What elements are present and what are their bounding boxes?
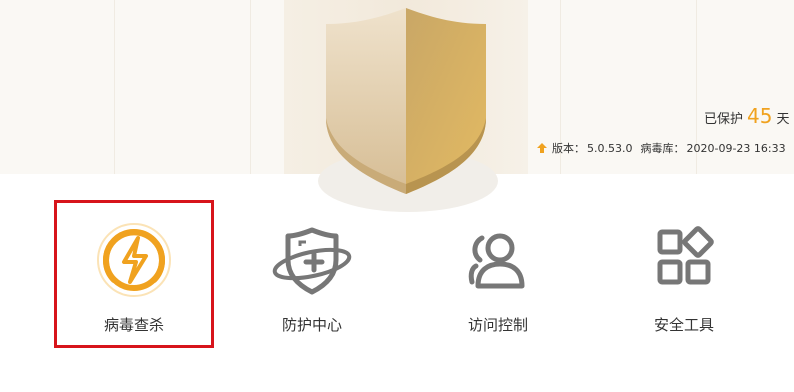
tile-security-tools[interactable]: 安全工具	[604, 200, 764, 348]
version-label: 版本：	[552, 142, 585, 155]
tile-access-control[interactable]: 访问控制	[418, 200, 578, 348]
virus-db-value: 2020-09-23 16:33	[686, 142, 786, 155]
tile-virus-scan[interactable]: 病毒查杀	[54, 200, 214, 348]
version-info: 版本： 5.0.53.0 病毒库： 2020-09-23 16:33	[536, 140, 786, 156]
users-icon	[468, 233, 525, 289]
protected-prefix: 已保护	[704, 112, 744, 127]
apps-grid-icon	[657, 226, 714, 285]
tile-label: 防护中心	[281, 316, 342, 334]
protection-status: 已保护 45 天	[704, 104, 789, 128]
virus-db-label: 病毒库：	[640, 142, 685, 155]
shield-plus-icon	[272, 227, 352, 295]
tile-label: 病毒查杀	[103, 316, 164, 334]
protected-suffix: 天	[776, 112, 790, 127]
tile-protection-center[interactable]: 防护中心	[232, 200, 392, 348]
tile-label: 安全工具	[653, 316, 714, 334]
shield-logo-icon	[326, 8, 486, 194]
protected-days: 45	[747, 104, 773, 128]
tile-label: 访问控制	[467, 316, 528, 334]
version-value: 5.0.53.0	[587, 142, 633, 155]
lightning-circle-icon	[97, 223, 171, 297]
upgrade-arrow-icon[interactable]	[536, 142, 548, 154]
